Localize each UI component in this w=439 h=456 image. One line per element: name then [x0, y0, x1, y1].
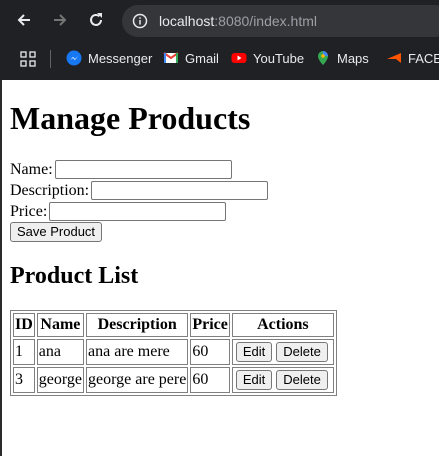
cell-actions: Edit Delete: [231, 339, 334, 365]
delete-button[interactable]: Delete: [276, 370, 328, 390]
cell-name: george: [36, 367, 85, 393]
table-row: 1 ana ana are mere 60 Edit Delete: [13, 339, 334, 365]
bookmark-youtube[interactable]: YouTube: [231, 48, 304, 68]
back-arrow-icon: [17, 14, 30, 26]
bookmark-label: Messenger: [88, 50, 153, 66]
header-price: Price: [190, 313, 230, 337]
product-list-title: Product List: [10, 263, 139, 289]
table-row: 3 george george are pere 60 Edit Delete: [13, 367, 334, 393]
messenger-icon: [66, 50, 82, 66]
apps-grid-icon[interactable]: [20, 51, 36, 67]
table-header-row: ID Name Description Price Actions: [13, 313, 334, 337]
edit-button[interactable]: Edit: [235, 342, 273, 362]
browser-chrome: localhost:8080/index.html Messenger Gmai…: [0, 0, 439, 80]
bookmark-faceit[interactable]: FACEIT: [386, 48, 439, 68]
youtube-icon: [231, 50, 247, 66]
bookmark-label: YouTube: [253, 50, 305, 66]
bookmark-label: FACEIT: [408, 50, 439, 66]
bookmark-maps[interactable]: Maps: [315, 48, 369, 68]
cell-price: 60: [190, 339, 230, 365]
url-path: :8080/index.html: [214, 13, 317, 29]
forward-arrow-icon: [54, 14, 67, 26]
bookmark-separator: [50, 50, 51, 68]
name-input[interactable]: [54, 160, 232, 179]
header-actions: Actions: [231, 313, 334, 337]
name-label: Name:: [10, 160, 53, 178]
gmail-icon: [163, 50, 179, 66]
url-host: localhost: [159, 13, 215, 29]
reload-button[interactable]: [84, 8, 108, 32]
cell-id: 1: [13, 339, 35, 365]
price-label: Price:: [10, 202, 48, 220]
cell-name: ana: [36, 339, 85, 365]
bookmark-messenger[interactable]: Messenger: [66, 48, 152, 68]
maps-icon: [315, 50, 331, 66]
bookmark-label: Maps: [337, 50, 369, 66]
cell-actions: Edit Delete: [231, 367, 334, 393]
delete-button[interactable]: Delete: [276, 342, 328, 362]
url-text[interactable]: localhost:8080/index.html: [159, 13, 317, 29]
cell-description: george are pere: [86, 367, 189, 393]
header-id: ID: [13, 313, 35, 337]
name-row: Name:: [10, 159, 232, 180]
price-input[interactable]: [49, 202, 227, 221]
site-info-icon[interactable]: [132, 13, 148, 29]
cell-price: 60: [190, 367, 230, 393]
cell-id: 3: [13, 367, 35, 393]
description-input[interactable]: [91, 181, 269, 200]
back-button[interactable]: [12, 8, 36, 32]
header-name: Name: [36, 313, 85, 337]
description-label: Description:: [10, 181, 90, 199]
price-row: Price:: [10, 201, 227, 222]
bookmark-gmail[interactable]: Gmail: [163, 48, 219, 68]
address-bar[interactable]: localhost:8080/index.html: [122, 5, 439, 37]
faceit-icon: [386, 50, 402, 66]
header-description: Description: [86, 313, 189, 337]
forward-button[interactable]: [48, 8, 72, 32]
description-row: Description:: [10, 180, 269, 201]
cell-description: ana are mere: [86, 339, 189, 365]
edit-button[interactable]: Edit: [235, 370, 273, 390]
window-edge: [0, 80, 2, 456]
products-table: ID Name Description Price Actions 1 ana …: [10, 310, 337, 396]
bookmark-label: Gmail: [185, 50, 219, 66]
reload-icon: [90, 13, 102, 26]
save-product-button[interactable]: Save Product: [10, 222, 103, 242]
page-title: Manage Products: [10, 100, 251, 136]
